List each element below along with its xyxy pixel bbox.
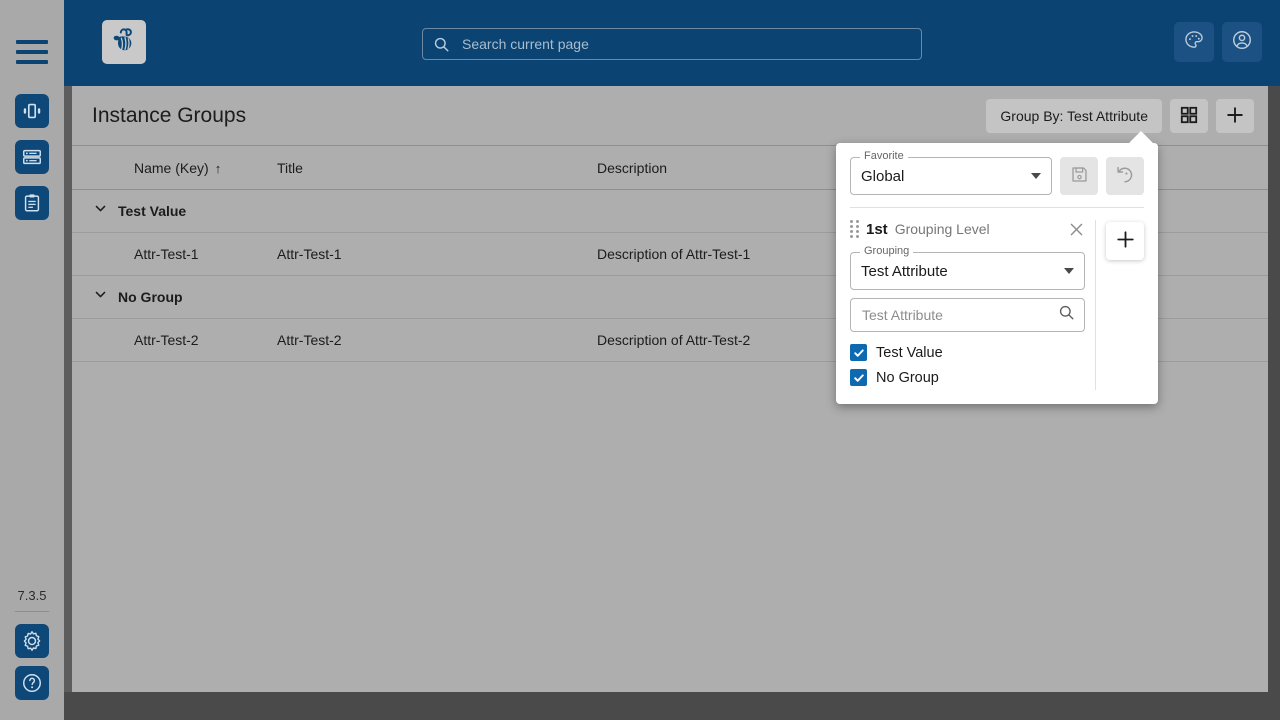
drag-dot (856, 230, 859, 233)
hamburger-menu-icon[interactable] (16, 40, 48, 64)
sort-ascending-icon: ↑ (214, 161, 222, 176)
app-root: 7.3.5 Search current page Instance Group… (0, 0, 1280, 720)
drag-dot (856, 220, 859, 223)
column-label-name: Name (Key) (134, 160, 209, 176)
column-label-description: Description (597, 160, 668, 176)
hamburger-bar (16, 40, 48, 44)
add-grouping-level-button[interactable] (1106, 222, 1144, 260)
user-account-icon (1231, 29, 1253, 56)
drag-dot (856, 235, 859, 238)
add-group-button[interactable] (1216, 99, 1254, 133)
app-logo[interactable] (102, 20, 146, 64)
plus-add-icon (1115, 229, 1136, 253)
grouping-option-label: No Group (876, 369, 939, 386)
cell-title: Attr-Test-2 (277, 318, 597, 362)
sidebar-item-instances[interactable] (15, 94, 49, 128)
help-question-icon (21, 672, 43, 694)
reset-undo-icon (1115, 165, 1135, 188)
grouping-option-no-group[interactable]: No Group (850, 365, 1085, 390)
add-level-column (1106, 220, 1144, 390)
column-header-title[interactable]: Title (277, 146, 597, 190)
drag-dot (856, 225, 859, 228)
clipboard-reports-icon (21, 192, 43, 214)
grouping-legend: Grouping (860, 246, 914, 257)
content-shadow (64, 86, 72, 692)
grouping-select[interactable]: Grouping Test Attribute (850, 246, 1085, 290)
grouping-level-label: Grouping Level (894, 221, 990, 237)
theme-button[interactable] (1174, 22, 1214, 62)
favorite-value: Global (861, 167, 905, 185)
drag-dot (850, 230, 853, 233)
drag-dot (850, 220, 853, 223)
instance-groups-list-icon (21, 146, 43, 168)
favorite-legend: Favorite (860, 151, 908, 162)
hamburger-bar (16, 50, 48, 54)
search-icon (433, 36, 450, 53)
grouping-level-main: 1st Grouping Level Grouping Test Attribu… (850, 220, 1096, 390)
group-label: No Group (118, 289, 183, 305)
grouping-filter-input[interactable] (860, 306, 1058, 324)
chevron-down-icon (1064, 268, 1074, 274)
checkbox-checked-icon[interactable] (850, 344, 867, 361)
page-title: Instance Groups (92, 104, 247, 127)
drag-dot (850, 225, 853, 228)
rail-bottom-group (15, 624, 49, 708)
checkbox-checked-icon[interactable] (850, 369, 867, 386)
app-version: 7.3.5 (17, 588, 47, 603)
sidebar-item-instance-groups[interactable] (15, 140, 49, 174)
popover-arrow (1128, 131, 1154, 144)
group-label: Test Value (118, 203, 187, 219)
cell-name: Attr-Test-1 (72, 232, 277, 276)
grid-view-icon (1180, 106, 1198, 127)
sidebar-item-help[interactable] (15, 666, 49, 700)
grid-view-button[interactable] (1170, 99, 1208, 133)
hamburger-bar (16, 60, 48, 64)
remove-grouping-level-button[interactable] (1068, 221, 1085, 238)
grouping-option-label: Test Value (876, 344, 943, 361)
save-floppy-icon (1070, 165, 1089, 187)
rail-divider (15, 611, 49, 612)
chevron-down-icon[interactable] (94, 288, 107, 304)
sidebar-item-settings[interactable] (15, 624, 49, 658)
grouping-level-number: 1st (866, 220, 888, 238)
group-by-button[interactable]: Group By: Test Attribute (986, 99, 1162, 133)
cell-title: Attr-Test-1 (277, 232, 597, 276)
grouping-level-block: 1st Grouping Level Grouping Test Attribu… (836, 208, 1158, 404)
favorite-row: Favorite Global (836, 143, 1158, 205)
left-sidebar: 7.3.5 (0, 0, 64, 720)
column-header-name[interactable]: Name (Key) ↑ (72, 146, 277, 190)
grouping-filter-field[interactable] (850, 298, 1085, 332)
cell-name: Attr-Test-2 (72, 318, 277, 362)
grouping-option-test-value[interactable]: Test Value (850, 340, 1085, 365)
bee-logo-icon (108, 24, 140, 61)
chevron-down-icon (1031, 173, 1041, 179)
chevron-down-icon[interactable] (94, 202, 107, 218)
gear-settings-icon (21, 630, 43, 652)
grouping-value: Test Attribute (861, 262, 948, 280)
column-label-title: Title (277, 160, 303, 176)
reset-favorite-button[interactable] (1106, 157, 1144, 195)
page-header: Instance Groups Group By: Test Attribute (72, 86, 1268, 146)
group-by-popover: Favorite Global 1st Grouping Level Group… (836, 143, 1158, 404)
account-button[interactable] (1222, 22, 1262, 62)
search-input[interactable] (460, 35, 911, 53)
page-header-actions: Group By: Test Attribute (986, 99, 1254, 133)
drag-handle-icon[interactable] (850, 220, 859, 238)
favorite-select[interactable]: Favorite Global (850, 151, 1052, 195)
grouping-options-list: Test Value No Group (850, 340, 1085, 390)
instances-icon (21, 100, 43, 122)
top-bar (64, 0, 1280, 86)
top-bar-actions (1174, 22, 1262, 62)
theme-palette-icon (1183, 29, 1205, 56)
sidebar-item-reports[interactable] (15, 186, 49, 220)
search-icon (1058, 304, 1075, 326)
search-bar[interactable] (422, 28, 922, 60)
grouping-level-header: 1st Grouping Level (850, 220, 1085, 238)
save-favorite-button[interactable] (1060, 157, 1098, 195)
drag-dot (850, 235, 853, 238)
plus-add-icon (1225, 105, 1245, 128)
